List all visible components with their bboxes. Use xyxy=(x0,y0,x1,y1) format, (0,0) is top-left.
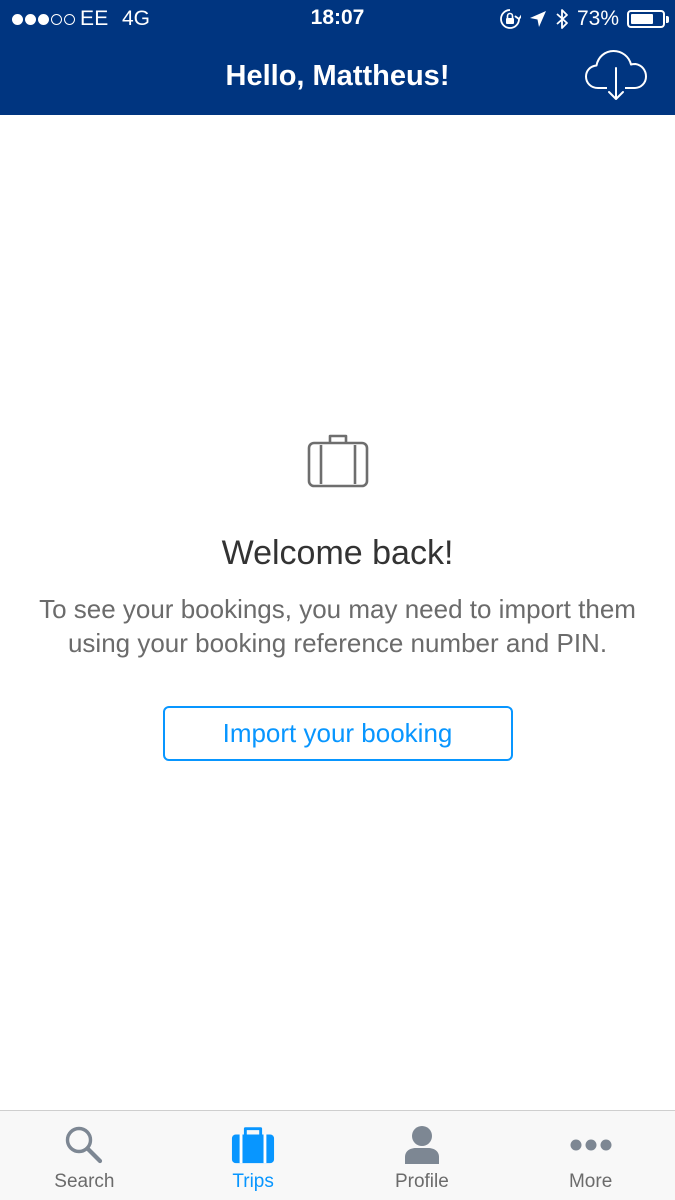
top-bar: EE 4G 18:07 73% Hello, Mattheus! xyxy=(0,0,675,115)
welcome-title: Welcome back! xyxy=(221,534,454,572)
battery-level xyxy=(631,14,653,24)
welcome-message: To see your bookings, you may need to im… xyxy=(39,594,636,658)
tab-search[interactable]: Search xyxy=(0,1111,169,1200)
bluetooth-icon xyxy=(556,9,568,29)
import-booking-button[interactable]: Import your booking xyxy=(162,706,513,761)
suitcase-icon xyxy=(232,1127,275,1164)
tab-label-profile: Profile xyxy=(394,1171,449,1192)
battery-percentage: 73% xyxy=(576,7,619,30)
tab-profile[interactable]: Profile xyxy=(338,1111,507,1200)
person-icon xyxy=(404,1126,439,1164)
tab-label-trips: Trips xyxy=(232,1171,274,1192)
tab-trips[interactable]: Trips xyxy=(169,1111,338,1200)
page-title: Hello, Mattheus! xyxy=(225,60,450,92)
tab-label-more: More xyxy=(568,1171,613,1192)
status-bar: EE 4G 18:07 73% xyxy=(0,0,675,38)
tab-label-search: Search xyxy=(54,1171,115,1192)
more-icon xyxy=(570,1139,612,1151)
orientation-lock-icon xyxy=(500,9,521,29)
cloud-download-button[interactable] xyxy=(583,44,649,102)
search-icon xyxy=(66,1126,103,1164)
status-indicators: 73% xyxy=(499,6,669,32)
battery-icon xyxy=(627,10,669,28)
empty-state: Welcome back! To see your bookings, you … xyxy=(0,430,675,761)
tab-bar: Search Trips Profile More xyxy=(0,1110,675,1200)
location-arrow-icon xyxy=(529,11,546,27)
suitcase-icon xyxy=(307,434,368,488)
navigation-bar: Hello, Mattheus! xyxy=(0,38,675,115)
cloud-download-icon xyxy=(585,50,647,100)
tab-more[interactable]: More xyxy=(506,1111,675,1200)
trips-screen: EE 4G 18:07 73% Hello, Mattheus! Welcome… xyxy=(0,0,675,1200)
